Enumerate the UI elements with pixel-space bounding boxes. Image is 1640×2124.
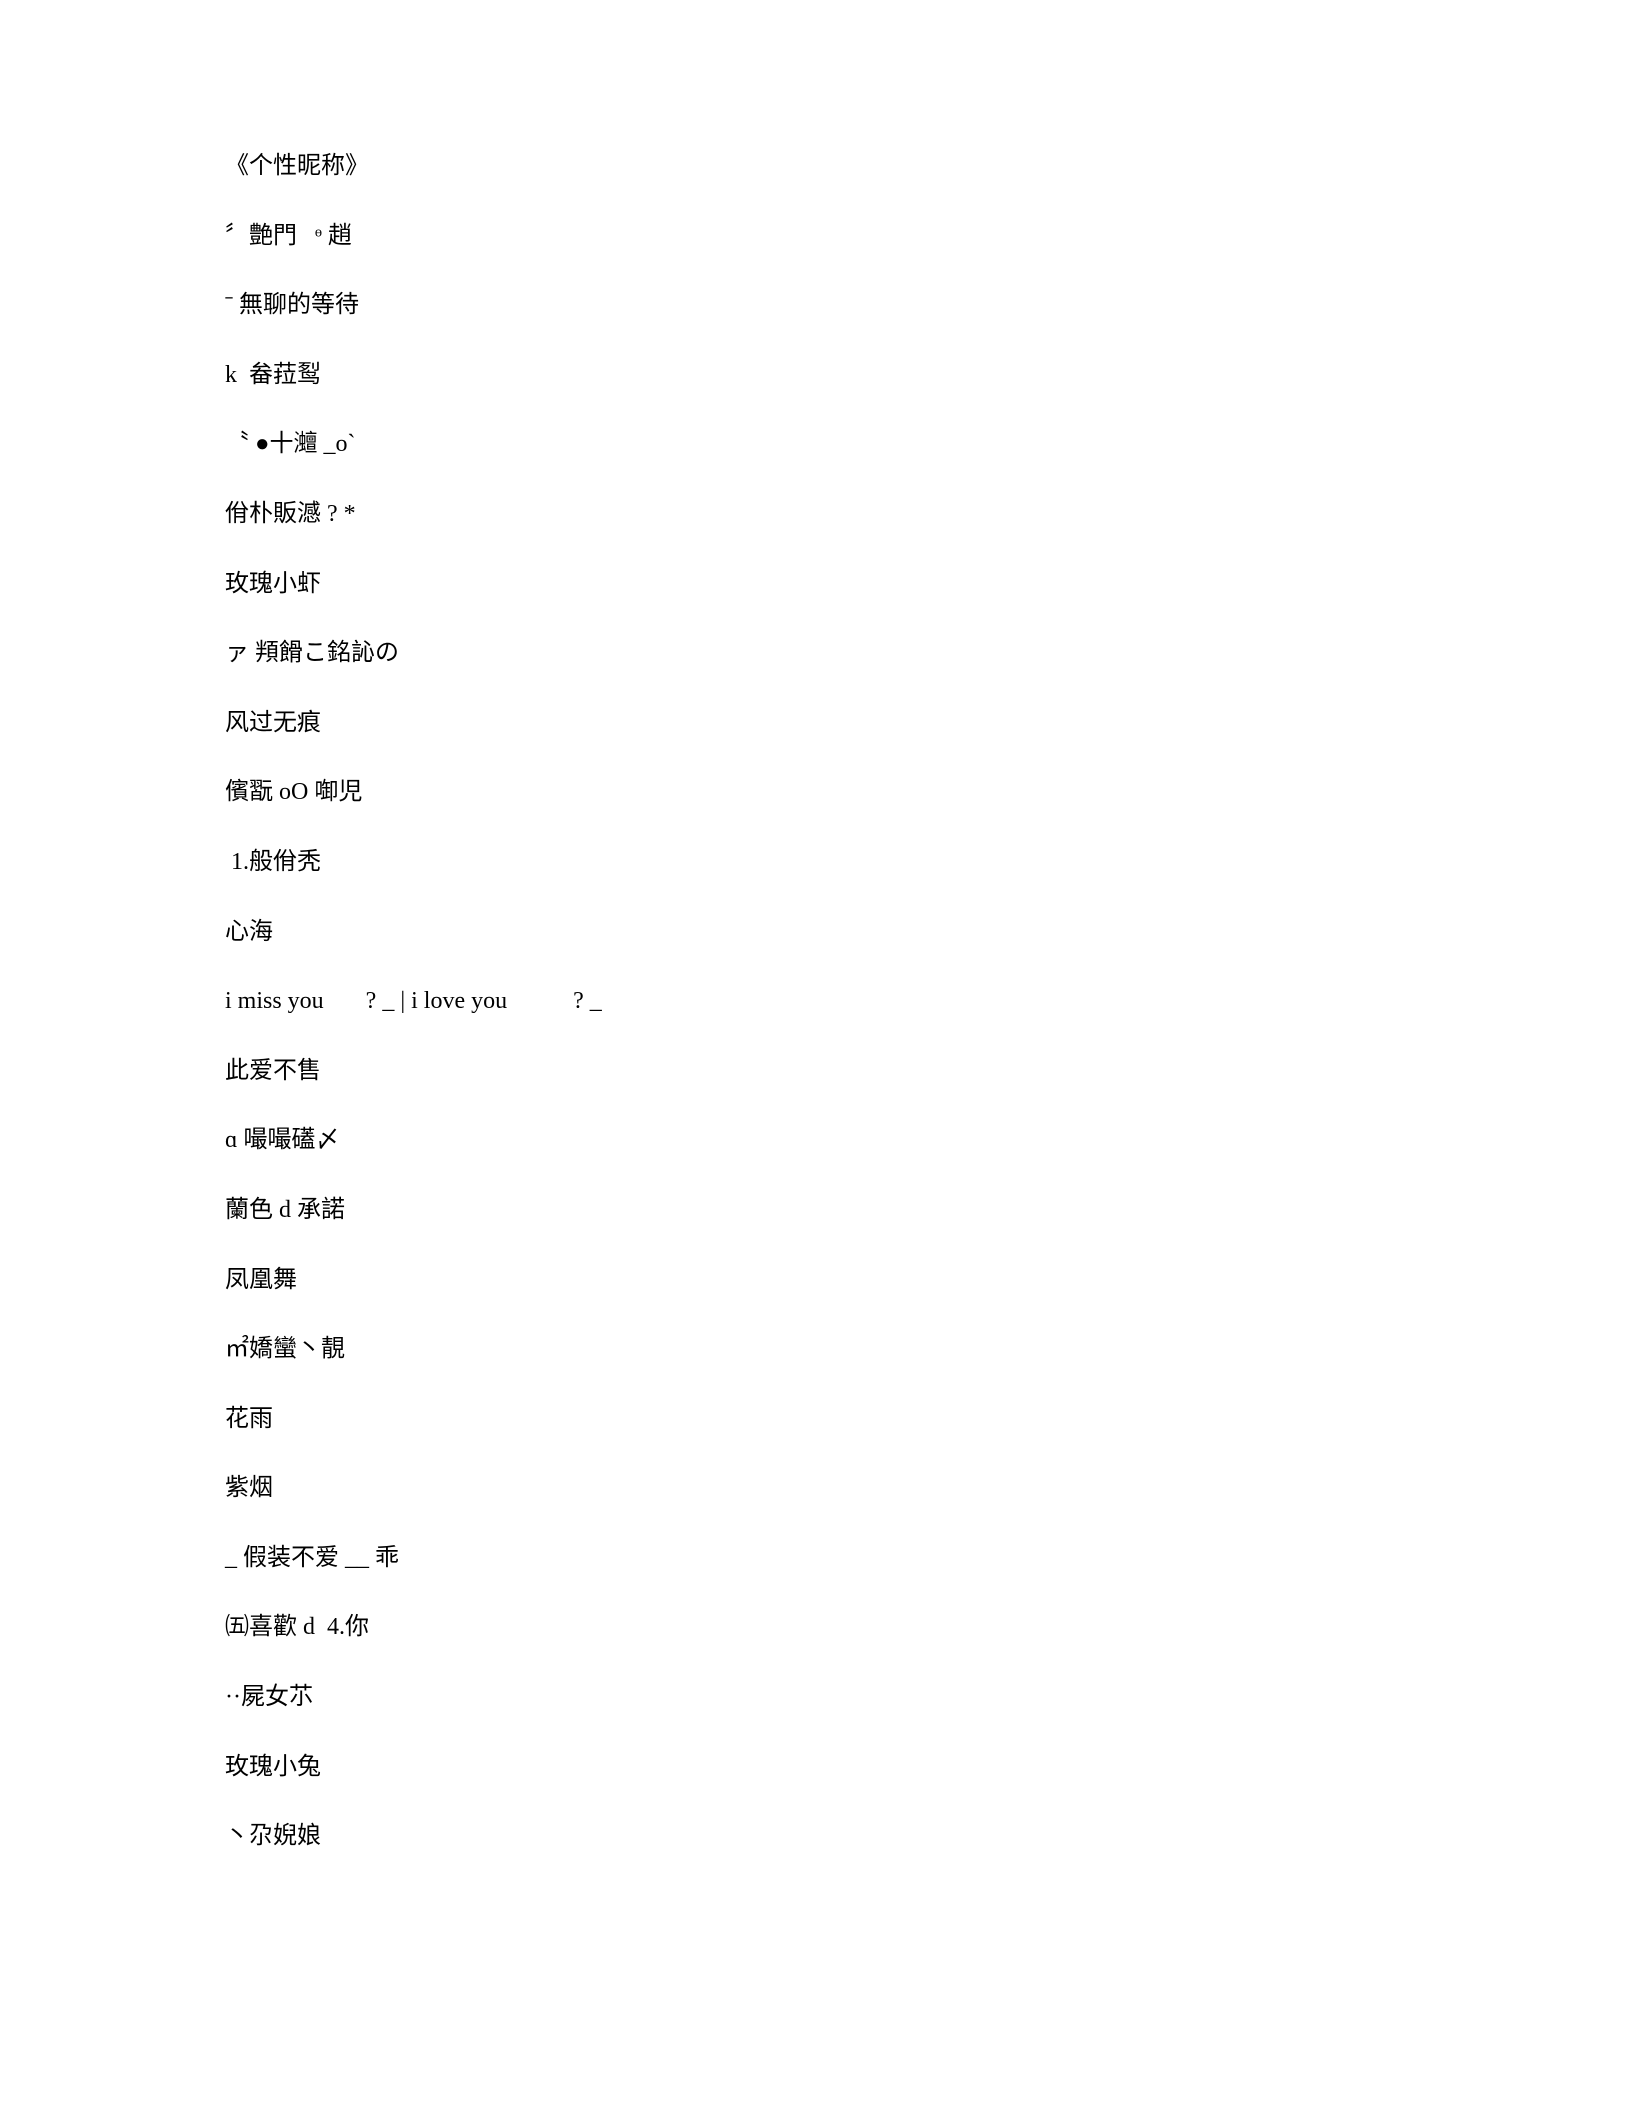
text-line: 心海 [225, 916, 1415, 950]
text-line: ··屍女䒕 [225, 1681, 1415, 1715]
text-line: 玫瑰小虾 [225, 568, 1415, 602]
text-line: ɑ 嘬嘬礚〆 [225, 1124, 1415, 1158]
text-line: 〝 ●十灗 _o` [225, 428, 1415, 462]
text-line: _ 假装不爱 __ 乖 [225, 1542, 1415, 1576]
text-line: ˉ 無聊的等待 [225, 289, 1415, 323]
text-line: 蘭色 d 承諾 [225, 1194, 1415, 1228]
text-line: 此爱不售 [225, 1055, 1415, 1089]
text-line: 花雨 [225, 1403, 1415, 1437]
text-line: ㎡嬌蠻丶靚 [225, 1333, 1415, 1367]
text-line: 儐翫 oO 啣児 [225, 776, 1415, 810]
text-line: 1.般佾秃 [225, 846, 1415, 880]
text-line: 〞艶門 ᶱ 趙 [225, 220, 1415, 254]
text-line: 紫烟 [225, 1472, 1415, 1506]
text-line: ㈤喜歡 d 4.你 [225, 1611, 1415, 1645]
text-line: 凤凰舞 [225, 1264, 1415, 1298]
text-line: 玫瑰小兔 [225, 1751, 1415, 1785]
text-line: ァ 頖餶こ銘訫の [225, 637, 1415, 671]
text-line: k 畚菈䴕 [225, 359, 1415, 393]
text-line: 风过无痕 [225, 707, 1415, 741]
text-line: i miss you ? _ | i love you ? _ [225, 985, 1415, 1019]
text-line: 《个性昵称》 [225, 150, 1415, 184]
text-line: 佾朴販澸 ? * [225, 498, 1415, 532]
text-line: 丶尕婗娘 [225, 1820, 1415, 1854]
